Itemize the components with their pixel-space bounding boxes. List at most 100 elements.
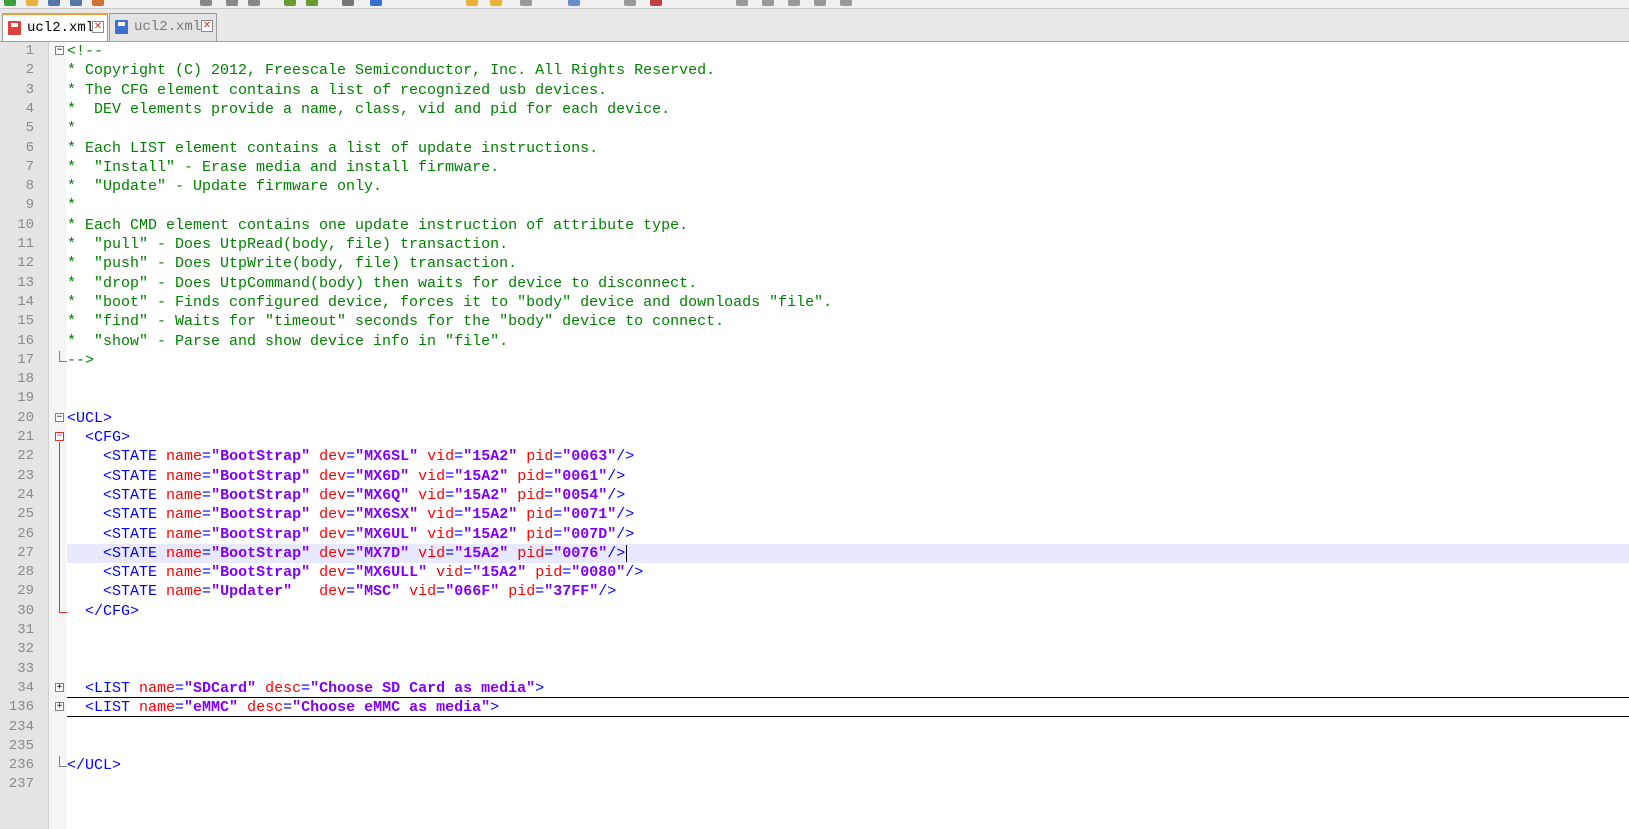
code-line[interactable]: 236 </UCL> bbox=[0, 756, 1629, 775]
sync-scroll-icon[interactable] bbox=[520, 0, 532, 6]
code-line[interactable]: 18 bbox=[0, 370, 1629, 389]
macro-run-multiple-icon[interactable] bbox=[814, 0, 826, 6]
code-text: * "drop" - Does UtpCommand(body) then wa… bbox=[67, 274, 697, 293]
tab-ucl2-xml[interactable]: ucl2.xml ✕ bbox=[109, 13, 217, 41]
code-text: * "push" - Does UtpWrite(body, file) tra… bbox=[67, 254, 517, 273]
find-icon[interactable] bbox=[342, 0, 354, 6]
zoom-in-icon[interactable] bbox=[466, 0, 478, 6]
macro-stop-icon[interactable] bbox=[762, 0, 774, 6]
code-token: <STATE bbox=[67, 583, 167, 601]
code-token: = bbox=[202, 467, 212, 485]
tab-close-icon[interactable]: ✕ bbox=[92, 21, 104, 33]
save-icon[interactable] bbox=[48, 0, 60, 6]
code-line[interactable]: 19 bbox=[0, 389, 1629, 408]
tab-ucl2-xml-active[interactable]: ucl2.xml ✕ bbox=[2, 13, 108, 41]
undo-icon[interactable] bbox=[284, 0, 296, 6]
code-line[interactable]: 23 <STATE name="BootStrap" dev="MX6D" vi… bbox=[0, 467, 1629, 486]
code-token: <STATE bbox=[67, 467, 167, 485]
code-line[interactable]: 28 <STATE name="BootStrap" dev="MX6ULL" … bbox=[0, 563, 1629, 582]
code-line[interactable]: 17 --> bbox=[0, 350, 1629, 370]
code-line[interactable]: 2 * Copyright (C) 2012, Freescale Semicon… bbox=[0, 61, 1629, 80]
code-line[interactable]: 15 * "find" - Waits for "timeout" seconds… bbox=[0, 312, 1629, 331]
cut-icon[interactable] bbox=[226, 0, 238, 6]
code-token: <STATE bbox=[67, 486, 167, 504]
code-token: = bbox=[346, 583, 356, 601]
code-token: "eMMC" bbox=[184, 699, 239, 717]
code-token: = bbox=[202, 544, 212, 562]
code-line[interactable]: 14 * "boot" - Finds configured device, fo… bbox=[0, 293, 1629, 312]
code-line[interactable]: 136 + <LIST name="eMMC" desc="Choose eMMC… bbox=[0, 698, 1629, 718]
code-line[interactable]: 6 * Each LIST element contains a list of … bbox=[0, 139, 1629, 158]
code-line[interactable]: 13 * "drop" - Does UtpCommand(body) then … bbox=[0, 274, 1629, 293]
macro-record-icon[interactable] bbox=[736, 0, 748, 6]
new-file-icon[interactable] bbox=[4, 0, 16, 6]
code-token: = bbox=[445, 467, 455, 485]
code-editor[interactable]: 1− <!-- 2 * Copyright (C) 2012, Freescale S… bbox=[0, 42, 1629, 829]
code-line[interactable]: 32 bbox=[0, 640, 1629, 659]
macro-save-icon[interactable] bbox=[840, 0, 852, 6]
line-number: 235 bbox=[8, 737, 34, 754]
code-line[interactable]: 10 * Each CMD element contains one update… bbox=[0, 216, 1629, 235]
indent-guide-icon[interactable] bbox=[650, 0, 662, 6]
code-token: > bbox=[490, 699, 500, 717]
code-token: "15A2" bbox=[454, 486, 509, 504]
code-line[interactable]: 24 <STATE name="BootStrap" dev="MX6Q" vi… bbox=[0, 486, 1629, 505]
code-token: = bbox=[463, 564, 473, 582]
fold-collapse-icon[interactable]: − bbox=[55, 46, 64, 55]
code-line[interactable]: 20 − <UCL> bbox=[0, 409, 1629, 428]
close-icon[interactable] bbox=[92, 0, 104, 6]
code-text: * "boot" - Finds configured device, forc… bbox=[67, 293, 832, 312]
code-line[interactable]: 235 bbox=[0, 737, 1629, 756]
code-line[interactable]: 22 <STATE name="BootStrap" dev="MX6SL" v… bbox=[0, 447, 1629, 466]
code-line[interactable]: 4 * DEV elements provide a name, class, v… bbox=[0, 100, 1629, 119]
code-text: <LIST name="eMMC" desc="Choose eMMC as m… bbox=[67, 698, 499, 717]
code-line[interactable]: 29 <STATE name="Updater" dev="MSC" vid="… bbox=[0, 582, 1629, 601]
code-line[interactable]: 5 * bbox=[0, 119, 1629, 138]
macro-play-icon[interactable] bbox=[788, 0, 800, 6]
code-line[interactable]: 8 * "Update" - Update firmware only. bbox=[0, 177, 1629, 196]
open-file-icon[interactable] bbox=[26, 0, 38, 6]
replace-icon[interactable] bbox=[370, 0, 382, 6]
code-line[interactable]: 33 bbox=[0, 660, 1629, 679]
print-icon[interactable] bbox=[200, 0, 212, 6]
code-token: * "Install" - Erase media and install fi… bbox=[67, 158, 500, 176]
redo-icon[interactable] bbox=[306, 0, 318, 6]
save-all-icon[interactable] bbox=[70, 0, 82, 6]
code-token: name bbox=[166, 564, 203, 582]
fold-expand-icon[interactable]: + bbox=[55, 682, 64, 692]
code-line[interactable]: 31 bbox=[0, 621, 1629, 640]
code-line[interactable]: 34 + <LIST name="SDCard" desc="Choose SD … bbox=[0, 679, 1629, 699]
fold-expand-icon[interactable]: + bbox=[55, 702, 64, 712]
code-line[interactable]: 21 − <CFG> bbox=[0, 428, 1629, 447]
tab-close-icon[interactable]: ✕ bbox=[201, 20, 213, 32]
code-token: desc bbox=[247, 699, 284, 717]
code-line[interactable]: 27 <STATE name="BootStrap" dev="MX7D" vi… bbox=[0, 543, 1629, 564]
zoom-out-icon[interactable] bbox=[490, 0, 502, 6]
word-wrap-icon[interactable] bbox=[568, 0, 580, 6]
code-token: desc bbox=[265, 679, 302, 697]
code-line[interactable]: 234 bbox=[0, 718, 1629, 737]
code-text: <STATE name="BootStrap" dev="MX6UL" vid=… bbox=[67, 525, 634, 544]
code-line[interactable]: 237 bbox=[0, 775, 1629, 794]
code-token: <STATE bbox=[67, 544, 167, 562]
code-line[interactable]: 3 * The CFG element contains a list of re… bbox=[0, 81, 1629, 100]
line-number: 21 bbox=[17, 429, 34, 445]
code-line[interactable]: 25 <STATE name="BootStrap" dev="MX6SX" v… bbox=[0, 505, 1629, 524]
code-line[interactable]: 1 − <!-- bbox=[0, 42, 1629, 61]
fold-collapse-icon[interactable]: − bbox=[55, 412, 64, 422]
code-line[interactable]: 16 * "show" - Parse and show device info … bbox=[0, 332, 1629, 351]
fold-collapse-icon[interactable]: − bbox=[55, 432, 64, 441]
show-all-chars-icon[interactable] bbox=[624, 0, 636, 6]
copy-icon[interactable] bbox=[248, 0, 260, 6]
code-token: "MX6ULL" bbox=[355, 564, 428, 582]
code-line[interactable]: 11 * "pull" - Does UtpRead(body, file) tr… bbox=[0, 235, 1629, 254]
code-line[interactable]: 7 * "Install" - Erase media and install f… bbox=[0, 158, 1629, 177]
code-line[interactable]: 30 </CFG> bbox=[0, 601, 1629, 621]
code-line[interactable]: 12 * "push" - Does UtpWrite(body, file) t… bbox=[0, 254, 1629, 273]
line-number: 18 bbox=[17, 371, 34, 388]
code-line[interactable]: 9 * bbox=[0, 196, 1629, 215]
code-line[interactable]: 26 <STATE name="BootStrap" dev="MX6UL" v… bbox=[0, 525, 1629, 544]
